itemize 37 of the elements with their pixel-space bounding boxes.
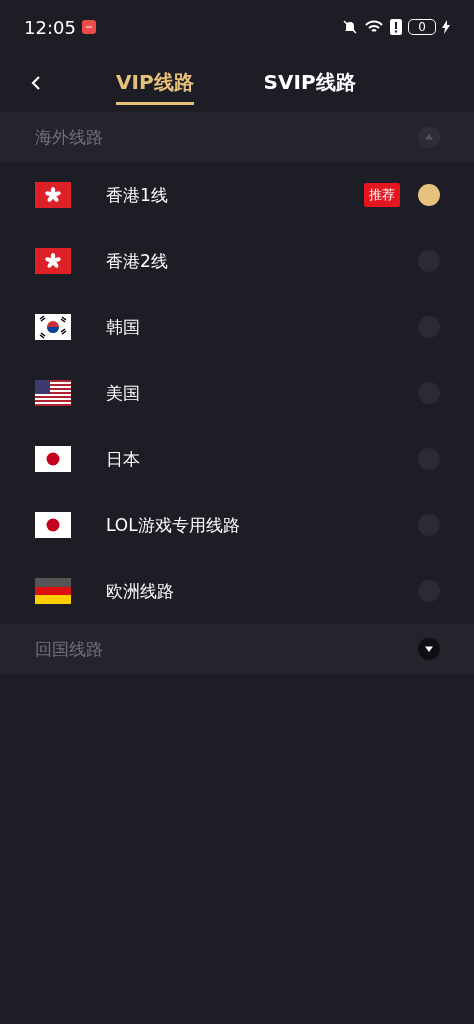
collapse-icon[interactable] <box>418 126 440 148</box>
battery-level: 0 <box>408 19 436 35</box>
section-title: 海外线路 <box>35 125 104 149</box>
flag-icon <box>35 578 71 604</box>
line-option[interactable]: 欧洲线路 <box>0 558 474 624</box>
radio-button[interactable] <box>418 184 440 206</box>
line-option[interactable]: 美国 <box>0 360 474 426</box>
expand-icon[interactable] <box>418 638 440 660</box>
status-time: 12:05 <box>24 16 76 38</box>
charging-icon <box>442 20 450 34</box>
flag-icon <box>35 182 71 208</box>
line-option[interactable]: 香港1线 推荐 <box>0 162 474 228</box>
line-option[interactable]: 韩国 <box>0 294 474 360</box>
section-title: 回国线路 <box>35 637 104 661</box>
flag-icon <box>35 314 71 340</box>
flag-icon <box>35 248 71 274</box>
bell-muted-icon <box>342 19 359 35</box>
app-notification-icon <box>81 20 96 34</box>
flag-icon <box>35 446 71 472</box>
line-option[interactable]: 日本 <box>0 426 474 492</box>
flag-icon <box>35 512 71 538</box>
line-name: 日本 <box>106 447 141 471</box>
line-name: LOL游戏专用线路 <box>106 513 241 537</box>
back-icon <box>31 75 41 91</box>
line-name: 香港1线 <box>106 183 169 207</box>
line-name: 欧洲线路 <box>106 579 175 603</box>
line-name: 美国 <box>106 381 141 405</box>
line-name: 香港2线 <box>106 249 169 273</box>
line-name: 韩国 <box>106 315 141 339</box>
tab[interactable]: VIP线路 <box>116 69 194 105</box>
tab[interactable]: SVIP线路 <box>263 69 356 105</box>
wifi-icon <box>364 19 385 35</box>
recommend-tag: 推荐 <box>364 183 400 207</box>
line-option[interactable]: LOL游戏专用线路 <box>0 492 474 558</box>
alert-icon <box>390 19 403 35</box>
flag-icon <box>35 380 71 406</box>
line-option[interactable]: 香港2线 <box>0 228 474 294</box>
